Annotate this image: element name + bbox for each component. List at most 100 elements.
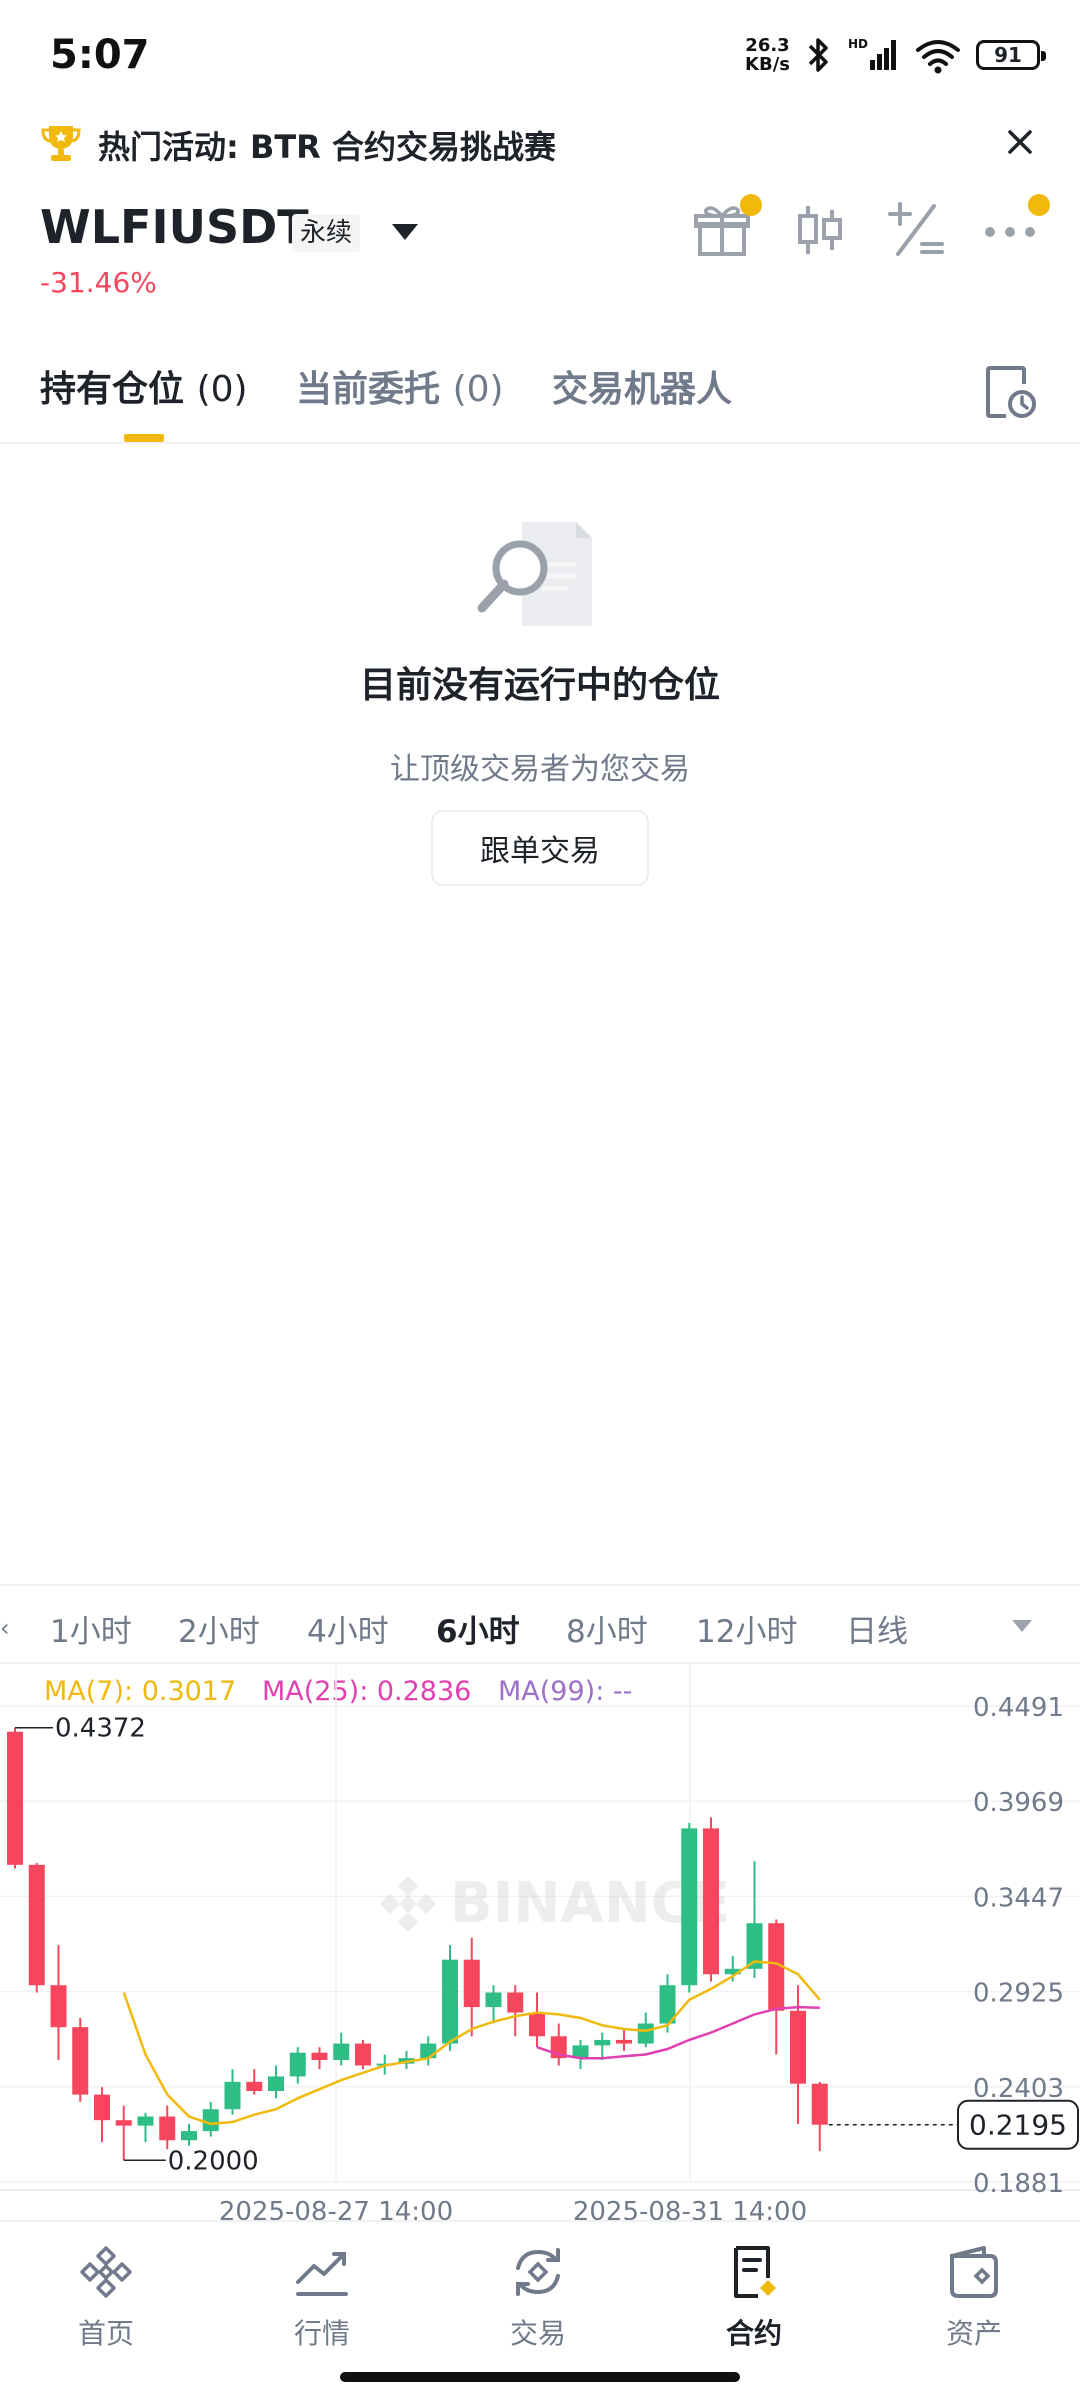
- calculator-icon[interactable]: [886, 200, 946, 260]
- candle-body: [7, 1731, 23, 1865]
- interval-4h[interactable]: 4小时: [307, 1606, 389, 1651]
- nav-home[interactable]: 首页: [36, 2242, 176, 2352]
- gift-notification-dot: [740, 194, 762, 216]
- candle-body: [28, 1864, 45, 1986]
- time-axis-label: 2025-08-31 14:00: [573, 2197, 807, 2220]
- candle-body: [616, 2039, 632, 2044]
- promo-text[interactable]: 热门活动: BTR 合约交易挑战赛: [98, 122, 556, 168]
- nav-home-label: 首页: [77, 2317, 134, 2350]
- candle-body: [442, 1959, 458, 2044]
- empty-state-subtitle: 让顶级交易者为您交易: [390, 752, 690, 787]
- candle-body: [311, 2052, 328, 2060]
- symbol-name[interactable]: WLFIUSDT: [40, 200, 309, 254]
- net-speed-unit: KB/s: [745, 54, 790, 75]
- candle-body: [181, 2131, 197, 2141]
- interval-1h[interactable]: 1小时: [50, 1606, 132, 1651]
- tab-positions-count: (0): [196, 369, 248, 410]
- candle-body: [94, 2094, 110, 2121]
- candle-body: [115, 2120, 132, 2126]
- candle-body: [594, 2039, 611, 2046]
- time-axis-label: 2025-08-27 14:00: [219, 2197, 453, 2220]
- position-tabs: 持有仓位 (0) 当前委托 (0) 交易机器人: [0, 360, 1080, 444]
- tab-open-orders-count: (0): [452, 369, 504, 410]
- nav-futures[interactable]: 合约: [684, 2242, 824, 2352]
- battery-indicator: 91: [976, 40, 1046, 70]
- nav-markets-label: 行情: [293, 2317, 350, 2350]
- price-axis-label: 0.3969: [973, 1788, 1064, 1818]
- candle-body: [485, 1992, 502, 2008]
- nav-markets[interactable]: 行情: [252, 2242, 392, 2352]
- candle-body: [420, 2043, 437, 2059]
- candle-body: [681, 1828, 698, 1986]
- home-indicator: [340, 2372, 740, 2382]
- candle-body: [50, 1985, 67, 2028]
- nav-assets-label: 资产: [945, 2317, 1002, 2350]
- close-icon[interactable]: [1000, 122, 1040, 162]
- candle-body: [529, 2012, 545, 2037]
- contract-type-badge: 永续: [292, 214, 361, 252]
- interval-8h[interactable]: 8小时: [566, 1606, 648, 1651]
- interval-2h[interactable]: 2小时: [178, 1606, 260, 1651]
- bluetooth-icon: [808, 38, 828, 72]
- nav-assets[interactable]: 资产: [904, 2242, 1044, 2352]
- empty-state-title: 目前没有运行中的仓位: [359, 665, 720, 706]
- price-axis-label: 0.3447: [973, 1883, 1064, 1913]
- high-marker-label: 0.4372: [55, 1714, 146, 1744]
- interval-1d[interactable]: 日线: [846, 1606, 908, 1651]
- wallet-icon: [950, 2246, 998, 2298]
- status-time: 5:07: [50, 32, 150, 78]
- interval-selector: ‹ 1小时 2小时 4小时 6小时 8小时 12小时 日线: [0, 1584, 1080, 1664]
- status-bar: 5:07 26.3 KB/s HD 91: [0, 0, 1080, 110]
- nav-trade[interactable]: 交易: [468, 2242, 608, 2352]
- candle-body: [333, 2043, 350, 2060]
- tab-open-orders[interactable]: 当前委托 (0): [296, 360, 504, 412]
- copy-trading-button[interactable]: 跟单交易: [431, 810, 649, 886]
- tab-positions-label: 持有仓位: [40, 369, 185, 410]
- signal-icon: HD: [848, 37, 896, 70]
- candle-body: [790, 2010, 806, 2084]
- price-axis: 0.4491 0.3969 0.3447 0.2925 0.2403 0.1881 2025…: [219, 1693, 1064, 2220]
- tab-trading-bots[interactable]: 交易机器人: [552, 360, 732, 412]
- price-axis-label: 0.2925: [973, 1979, 1064, 2009]
- candle-body: [137, 2116, 154, 2126]
- binance-logo-icon: [80, 2246, 132, 2298]
- trophy-icon: [41, 126, 81, 161]
- candle-body: [72, 2027, 89, 2095]
- futures-contract-icon: [734, 2246, 776, 2298]
- candle-body: [811, 2083, 828, 2125]
- interval-6h[interactable]: 6小时: [436, 1606, 520, 1651]
- candle-body: [463, 1959, 480, 2008]
- chevron-down-icon[interactable]: [1012, 1620, 1032, 1632]
- net-speed-value: 26.3: [745, 35, 790, 56]
- current-price-label: 0.2195: [969, 2109, 1067, 2142]
- candle-body: [202, 2109, 219, 2132]
- status-icons: 26.3 KB/s HD 91: [745, 36, 1046, 74]
- candle-body: [159, 2116, 176, 2141]
- wifi-icon: [916, 40, 960, 74]
- candle-body: [268, 2076, 284, 2091]
- price-change: -31.46%: [40, 266, 157, 299]
- order-history-icon[interactable]: [984, 364, 1036, 420]
- price-axis-label: 0.1881: [973, 2169, 1064, 2199]
- market-chart-icon: [296, 2252, 348, 2296]
- more-notification-dot: [1028, 194, 1050, 216]
- binance-watermark: BINANCE: [380, 1871, 730, 1936]
- candle-body: [703, 1828, 719, 1975]
- tab-positions[interactable]: 持有仓位 (0): [40, 360, 248, 412]
- low-marker-label: 0.2000: [168, 2146, 259, 2176]
- tab-open-orders-label: 当前委托: [296, 369, 441, 410]
- tab-trading-bots-label: 交易机器人: [552, 369, 733, 410]
- promo-banner[interactable]: 热门活动: BTR 合约交易挑战赛: [0, 110, 1080, 176]
- candlestick-chart-icon[interactable]: [790, 200, 850, 260]
- kline-chart[interactable]: BINANCE 0.44910.39690.34470.29250.24030.…: [0, 1664, 1080, 2220]
- svg-text:HD: HD: [848, 37, 868, 51]
- active-tab-indicator: [124, 434, 164, 442]
- scroll-left-icon[interactable]: ‹: [0, 1614, 10, 1642]
- price-markers: 0.4372 0.2000 0.2195: [15, 1714, 1079, 2176]
- interval-12h[interactable]: 12小时: [696, 1606, 797, 1651]
- price-axis-label: 0.4491: [973, 1693, 1064, 1723]
- symbol-dropdown-icon[interactable]: [392, 224, 418, 240]
- candle-body: [507, 1992, 524, 2013]
- net-speed: 26.3 KB/s: [745, 36, 790, 74]
- trade-exchange-icon: [516, 2248, 560, 2296]
